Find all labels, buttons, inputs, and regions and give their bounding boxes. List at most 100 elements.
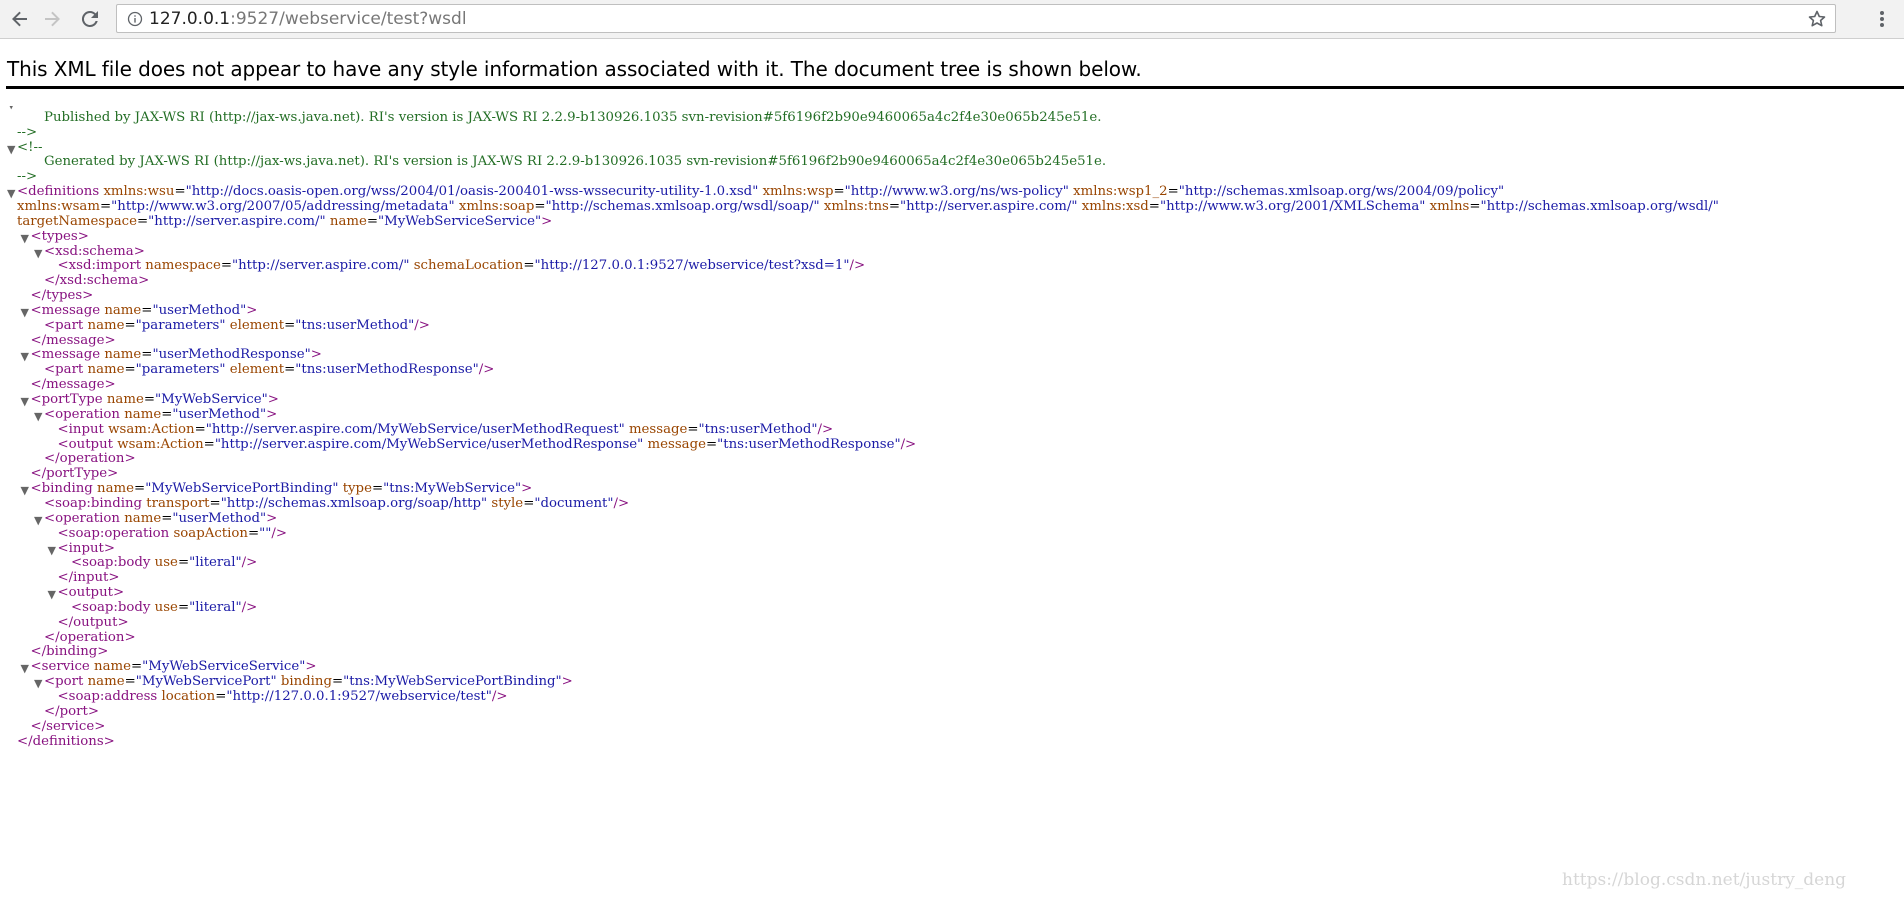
back-button[interactable]: [6, 5, 34, 33]
xml-tag: >: [246, 302, 258, 318]
xml-attribute-name: style: [491, 495, 524, 511]
xml-attribute-name: use: [154, 555, 178, 571]
xml-attribute-name: namespace: [145, 258, 221, 274]
collapse-toggle-icon[interactable]: ▼: [34, 675, 42, 693]
xml-tag: >: [561, 674, 573, 690]
xml-tag: >: [305, 659, 317, 675]
collapse-toggle-icon[interactable]: ▼: [21, 482, 29, 500]
collapse-toggle-icon[interactable]: ▼: [48, 542, 56, 560]
xml-attribute-name: xmlns:wsam: [17, 198, 100, 214]
xml-tag: <operation: [44, 510, 120, 526]
address-bar[interactable]: 127.0.0.1:9527/webservice/test?wsdl: [116, 4, 1836, 33]
xml-tag: <types>: [30, 228, 89, 244]
xml-attribute-name: location: [161, 689, 216, 704]
xml-punctuation: =: [366, 213, 379, 229]
collapse-toggle-icon[interactable]: ▼: [7, 141, 15, 159]
xml-tag: <port: [44, 674, 84, 690]
xml-attribute-name: soapAction: [173, 525, 248, 541]
forward-button[interactable]: [38, 5, 66, 33]
xml-tag: />: [414, 317, 430, 333]
xml-attribute-value: "http://schemas.xmlsoap.org/wsdl/": [1480, 198, 1719, 214]
xml-line: <!--: [17, 139, 42, 157]
xml-document-tree: <!--▼Published by JAX-WS RI (http://jax-…: [0, 106, 1904, 900]
xml-tag: <output>: [57, 585, 125, 601]
xml-punctuation: =: [523, 258, 535, 274]
xml-punctuation: =: [687, 421, 699, 437]
xml-punctuation: =: [124, 362, 136, 378]
collapse-toggle-icon[interactable]: ▼: [48, 586, 56, 604]
xml-punctuation: =: [209, 495, 221, 511]
xml-attribute-name: use: [154, 599, 178, 615]
xml-attribute-name: name: [87, 317, 125, 333]
star-outline-icon[interactable]: [1807, 9, 1827, 29]
xml-attribute-name: name: [104, 302, 142, 318]
xml-tag: />: [849, 258, 866, 274]
xml-tag: </message>: [30, 332, 116, 348]
collapse-toggle-icon[interactable]: ▼: [7, 185, 15, 203]
xml-punctuation: =: [1167, 184, 1179, 200]
xml-punctuation: =: [141, 302, 153, 318]
xml-tag: </service>: [30, 718, 106, 734]
reload-button[interactable]: [76, 5, 104, 33]
collapse-toggle-icon[interactable]: ▼: [21, 393, 29, 411]
xml-tag: </input>: [57, 570, 120, 586]
xml-attribute-value: "userMethod": [172, 510, 267, 526]
xml-attribute-value: "parameters": [135, 362, 226, 378]
xml-attribute-value: "http://127.0.0.1:9527/webservice/test?x…: [534, 258, 850, 274]
xml-attribute-value: "MyWebServiceService": [142, 659, 306, 675]
xml-attribute-value: "MyWebServicePortBinding": [145, 481, 339, 497]
xml-punctuation: =: [141, 347, 153, 363]
vertical-dots-icon: [1880, 11, 1884, 27]
xml-punctuation: =: [888, 198, 900, 214]
xml-tag: <xsd:import: [57, 258, 142, 274]
xml-punctuation: =: [833, 184, 845, 200]
collapse-toggle-icon[interactable]: ▼: [21, 304, 29, 322]
xml-attribute-name: targetNamespace: [17, 213, 137, 229]
xml-attribute-value: "http://server.aspire.com/MyWebService/u…: [205, 421, 625, 437]
xml-attribute-value: "tns:userMethodResponse": [717, 436, 901, 452]
xml-attribute-value: "literal": [189, 599, 242, 615]
xml-tag: <soap:address: [57, 689, 158, 704]
collapse-toggle-icon[interactable]: ▼: [21, 660, 29, 678]
xml-attribute-value: "MyWebServicePort": [135, 674, 277, 690]
collapse-toggle-icon[interactable]: ▼: [21, 348, 29, 366]
xml-tag: <service: [30, 659, 90, 675]
xml-comment: Generated by JAX-WS RI (http://jax-ws.ja…: [44, 154, 1107, 170]
xml-punctuation: =: [284, 317, 296, 333]
xml-tag: <message: [30, 302, 101, 318]
arrow-right-icon: [45, 11, 60, 27]
xml-tag: <part: [44, 317, 84, 333]
url-path: :9527/webservice/test?wsdl: [230, 9, 467, 29]
xml-tag: />: [241, 599, 258, 615]
xml-tag: <binding: [30, 481, 93, 497]
xml-punctuation: =: [203, 436, 215, 452]
xml-tag: />: [478, 362, 495, 378]
xml-attribute-name: wsam:Action: [117, 436, 204, 452]
collapse-toggle-icon[interactable]: ▼: [21, 230, 29, 248]
xml-attribute-name: element: [229, 362, 285, 378]
collapse-toggle-icon[interactable]: ▼: [34, 408, 42, 426]
xml-attribute-name: wsam:Action: [108, 421, 195, 437]
url-text[interactable]: 127.0.0.1:9527/webservice/test?wsdl: [149, 9, 467, 29]
xml-punctuation: =: [136, 213, 149, 229]
collapse-toggle-icon[interactable]: ▼: [7, 106, 15, 114]
xml-comment: -->: [17, 169, 38, 185]
xml-attribute-value: "userMethod": [172, 406, 267, 422]
xml-attribute-value: "MyWebService": [155, 392, 268, 407]
xml-punctuation: =: [332, 674, 344, 690]
xml-tag: <soap:binding: [44, 495, 143, 511]
xml-attribute-value: "http://127.0.0.1:9527/webservice/test": [226, 689, 492, 704]
collapse-toggle-icon[interactable]: ▼: [34, 245, 42, 263]
watermark: https://blog.csdn.net/justry_deng: [1562, 870, 1847, 890]
xml-attribute-name: xmlns:tns: [823, 198, 889, 214]
xml-attribute-value: "tns:userMethod": [295, 317, 415, 333]
collapse-toggle-icon[interactable]: ▼: [34, 512, 42, 530]
info-circle-icon[interactable]: [127, 11, 143, 27]
browser-menu-button[interactable]: [1870, 7, 1894, 31]
xml-attribute-value: "http://server.aspire.com/": [232, 258, 410, 274]
xml-tag: <xsd:schema>: [44, 243, 145, 259]
xml-attribute-name: message: [647, 436, 706, 452]
xml-tag: </portType>: [30, 466, 119, 482]
xml-punctuation: =: [124, 317, 136, 333]
xml-attribute-value: "": [259, 525, 272, 541]
